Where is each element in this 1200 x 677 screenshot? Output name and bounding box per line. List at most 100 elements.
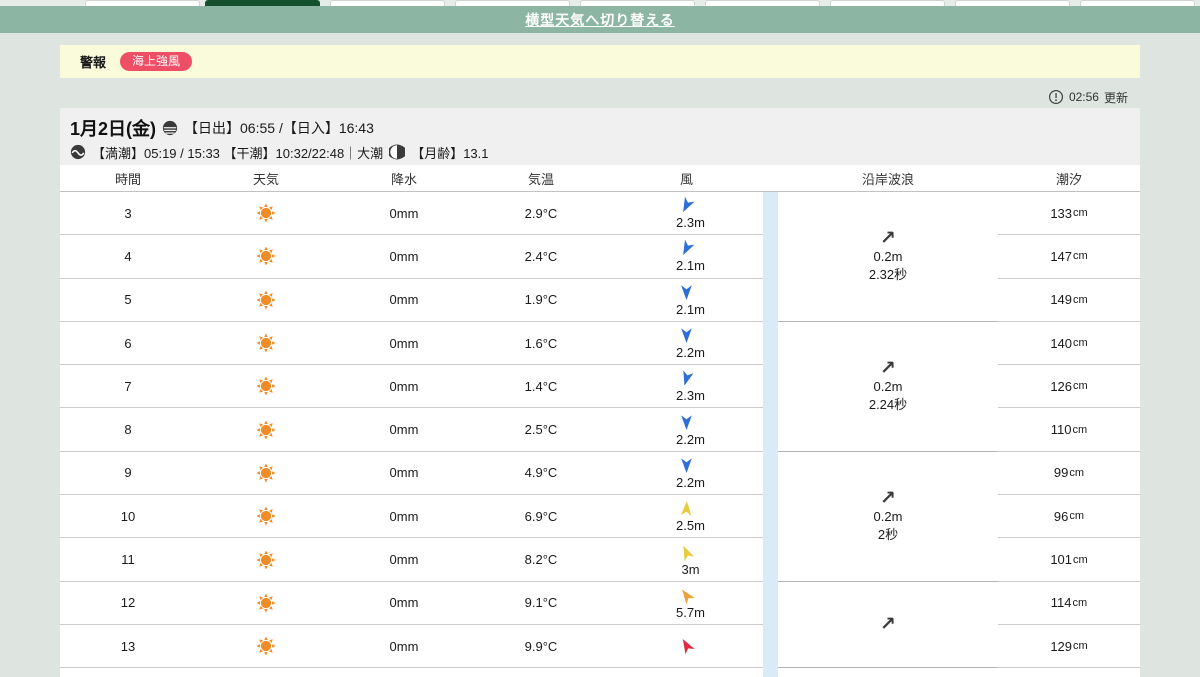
tide-unit: cm: [1073, 293, 1088, 306]
tide-unit: cm: [1069, 510, 1085, 523]
precip-cell: 0mm: [389, 552, 419, 568]
sunny-icon: [256, 420, 276, 440]
column-header: 降水: [390, 171, 417, 187]
wave-period: 2秒: [877, 526, 899, 542]
precip-cell: 0mm: [389, 205, 419, 221]
temp-cell: 8.2°C: [524, 552, 558, 568]
sunny-icon: [256, 506, 276, 526]
moon-icon: [389, 144, 406, 160]
wave-direction-arrow-icon: ↗: [880, 488, 896, 510]
update-label: 更新: [1103, 90, 1128, 105]
wind-direction-arrow-icon: [682, 638, 695, 654]
tide-height-cell: 129 cm: [998, 624, 1140, 669]
forecast-row: 9 0mm 4.9°C 2.2m: [60, 452, 763, 496]
wind-cell: 2.2m: [610, 322, 763, 364]
column-header: 時間: [114, 171, 141, 187]
hour-cell: 5: [124, 292, 132, 308]
wave-group-cell: ↗ 0.2m 2.24秒: [778, 321, 998, 452]
tide-height-cell: 110 cm: [998, 408, 1140, 452]
sunny-icon: [256, 636, 276, 656]
weather-cell: [196, 408, 336, 450]
wind-cell: 2.3m: [610, 365, 763, 407]
sunny-icon: [256, 290, 276, 310]
precip-cell: 0mm: [389, 378, 419, 394]
wave-direction-arrow-icon: ↗: [880, 228, 896, 250]
wave-height: 0.2m: [873, 379, 903, 395]
tide-unit: cm: [1072, 596, 1088, 609]
wind-direction-arrow-icon: [681, 415, 692, 430]
temp-cell: 9.9°C: [524, 638, 558, 654]
weather-cell: [196, 625, 336, 667]
tide-height-cell: 147 cm: [998, 235, 1140, 279]
precip-cell: 0mm: [389, 508, 419, 524]
sunrise-icon: [162, 120, 178, 136]
wind-direction-arrow-icon: [683, 370, 694, 386]
wind-cell: 2.2m: [610, 408, 763, 450]
weather-cell: [196, 279, 336, 321]
wave-group-cell: ↗ 0.2m 2.32秒: [778, 192, 998, 322]
hour-cell: 6: [124, 335, 132, 351]
wave-height: 0.2m: [873, 509, 903, 525]
tide-height-cell: 126 cm: [998, 365, 1140, 409]
hour-cell: 8: [124, 422, 132, 438]
weather-cell: [196, 495, 336, 537]
precip-cell: 0mm: [389, 638, 419, 654]
wave-period: 2.24秒: [868, 396, 908, 412]
wave-direction-arrow-icon: ↗: [880, 358, 896, 380]
date-title: 1月2日(金): [70, 119, 157, 139]
weather-cell: [196, 235, 336, 277]
wind-speed: 2.3m: [676, 215, 705, 231]
precip-cell: 0mm: [389, 465, 419, 481]
tide-unit: cm: [1069, 466, 1085, 479]
precip-cell: 0mm: [389, 595, 419, 611]
wind-cell: 3m: [610, 538, 763, 580]
tide-height-cell: 140 cm: [998, 321, 1140, 366]
sunny-icon: [256, 203, 276, 223]
wind-speed: 3m: [681, 561, 700, 577]
hour-cell: 4: [124, 248, 132, 264]
wave-period: 2.32秒: [868, 266, 908, 282]
wind-speed: 2.2m: [676, 431, 705, 447]
hour-cell: 13: [120, 638, 136, 654]
date-header: 1月2日(金) 【日出】06:55 /【日入】16:43 【満潮】05:19 /…: [60, 108, 1140, 165]
tide-value: 129: [1050, 638, 1073, 654]
hour-cell: 9: [124, 465, 132, 481]
column-header: 気温: [527, 171, 554, 187]
tide-unit: cm: [1073, 207, 1088, 220]
switch-to-horizontal-weather-link[interactable]: 横型天気へ切り替える: [525, 10, 675, 30]
tide-value: 114: [1050, 595, 1072, 611]
tide-unit: cm: [1073, 380, 1088, 393]
wind-cell: 2.2m: [610, 452, 763, 494]
marine-strong-wind-warning-badge[interactable]: 海上強風: [120, 52, 193, 71]
header-spacer: [763, 165, 778, 191]
tide-unit: cm: [1073, 337, 1088, 350]
warning-label: 警報: [80, 55, 107, 70]
tide-value: 147: [1050, 248, 1073, 264]
tide-value: 101: [1050, 552, 1073, 568]
tide-times: 【満潮】05:19 / 15:33 【干潮】10:32/22:48｜大潮: [92, 145, 384, 161]
precip-cell: 0mm: [389, 422, 419, 438]
hour-cell: 3: [124, 205, 132, 221]
wind-direction-arrow-icon: [680, 501, 692, 517]
hourly-forecast-table: 時間 天気 降水 気温 風 沿岸波浪 潮汐 3 0mm 2.9°C 2.3m 4 0mm 2.4°C …: [60, 165, 1140, 677]
weather-cell: [196, 365, 336, 407]
tide-unit: cm: [1072, 423, 1088, 436]
temp-cell: 1.9°C: [524, 292, 558, 308]
wind-direction-arrow-icon: [683, 196, 695, 213]
tide-height-cell: 101 cm: [998, 538, 1140, 582]
tide-column: 133 cm 147 cm 149 cm 140 cm 126 cm 110 cm 99 cm 96 cm 10…: [998, 192, 1140, 669]
forecast-row: 11 0mm 8.2°C 3m: [60, 538, 763, 582]
hour-cell: 10: [120, 508, 136, 524]
column-header: 天気: [252, 171, 279, 187]
forecast-row: 5 0mm 1.9°C 2.1m: [60, 279, 763, 322]
forecast-row: 4 0mm 2.4°C 2.1m: [60, 235, 763, 279]
sunny-icon: [256, 463, 276, 483]
wave-group-cell: ↗ 0.2m 2秒: [778, 451, 998, 582]
wind-direction-arrow-icon: [681, 285, 692, 300]
forecast-row: 6 0mm 1.6°C 2.2m: [60, 322, 763, 366]
info-icon: [1048, 89, 1063, 105]
tide-value: 96: [1053, 508, 1069, 524]
wind-speed: 2.2m: [676, 345, 705, 361]
wave-height: 0.2m: [873, 249, 903, 265]
sunny-icon: [256, 246, 276, 266]
